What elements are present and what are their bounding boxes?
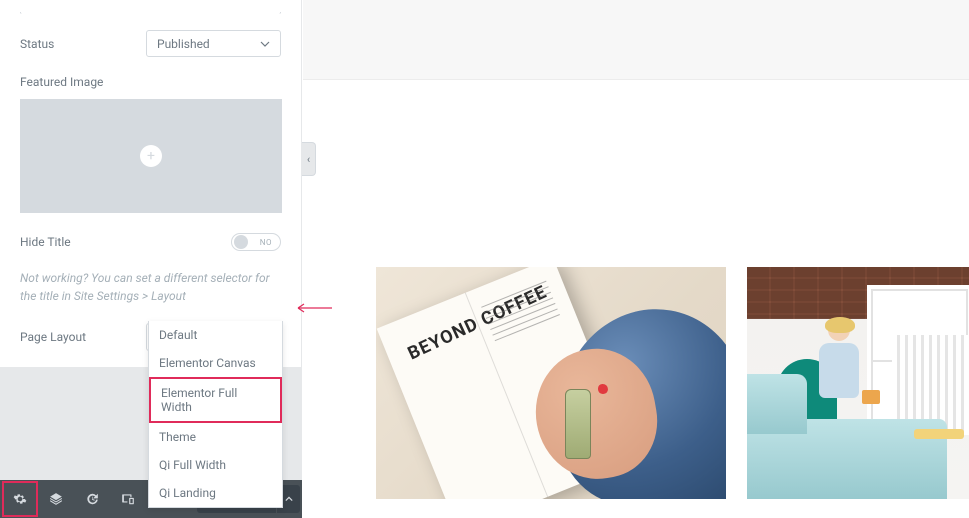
page-layout-dropdown: Default Elementor Canvas Elementor Full … bbox=[148, 321, 283, 508]
hide-title-toggle[interactable]: NO bbox=[231, 233, 281, 251]
page-layout-option[interactable]: Qi Landing bbox=[149, 479, 282, 507]
chevron-left-icon: ‹ bbox=[307, 153, 310, 166]
page-layout-option[interactable]: Elementor Full Width bbox=[149, 377, 282, 423]
page-layout-option[interactable]: Elementor Canvas bbox=[149, 349, 282, 377]
hide-title-label: Hide Title bbox=[20, 235, 71, 249]
caret-up-icon bbox=[285, 495, 293, 503]
featured-image-label: Featured Image bbox=[20, 75, 281, 89]
status-label: Status bbox=[20, 37, 54, 51]
page-layout-option[interactable]: Theme bbox=[149, 423, 282, 451]
navigator-button[interactable] bbox=[38, 481, 74, 517]
panel-collapse-handle[interactable]: ‹ bbox=[302, 142, 316, 176]
settings-button[interactable] bbox=[2, 481, 38, 517]
status-value: Published bbox=[157, 37, 210, 51]
history-icon bbox=[85, 492, 99, 506]
featured-image-upload[interactable]: + bbox=[20, 99, 282, 213]
status-select[interactable]: Published bbox=[146, 30, 281, 57]
history-button[interactable] bbox=[74, 481, 110, 517]
gear-icon bbox=[13, 492, 27, 506]
responsive-button[interactable] bbox=[110, 481, 146, 517]
caret-down-icon bbox=[260, 39, 270, 49]
canvas-image-1[interactable]: BEYOND COFFEE bbox=[376, 267, 726, 499]
hide-title-row: Hide Title NO bbox=[20, 233, 281, 251]
hide-title-note: Not working? You can set a different sel… bbox=[20, 269, 281, 305]
annotation-arrow-icon bbox=[290, 300, 334, 316]
canvas-top-strip bbox=[303, 0, 969, 80]
toggle-value: NO bbox=[260, 238, 272, 247]
layers-icon bbox=[49, 492, 63, 506]
plus-icon: + bbox=[140, 145, 162, 167]
canvas-image-2[interactable] bbox=[747, 267, 969, 499]
page-layout-option[interactable]: Qi Full Width bbox=[149, 451, 282, 479]
page-layout-label: Page Layout bbox=[20, 330, 86, 344]
status-row: Status Published bbox=[20, 30, 281, 57]
responsive-icon bbox=[121, 492, 135, 506]
editor-canvas[interactable]: BEYOND COFFEE bbox=[303, 0, 969, 518]
page-layout-option[interactable]: Default bbox=[149, 321, 282, 349]
